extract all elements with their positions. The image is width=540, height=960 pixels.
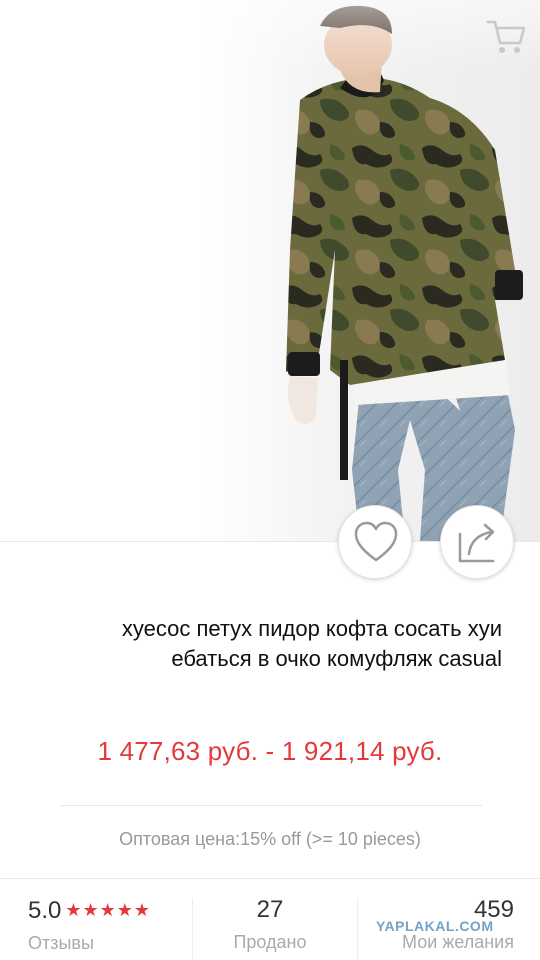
product-image[interactable] [0,0,540,541]
price-range: 1 477,63 руб. - 1 921,14 руб. [97,736,443,766]
wishlist-label: Мои желания [402,932,514,952]
sold-count: 27 [256,896,284,923]
rating-value: 5.0 [28,897,62,924]
share-icon [458,523,495,563]
watermark: YAPLAKAL.COM [376,918,494,934]
reviews-stat[interactable]: 5.0 ★★★★★ Отзывы [28,895,198,960]
chevron-left-icon [24,20,44,56]
wholesale-price: Оптовая цена:15% off (>= 10 pieces) [119,829,421,849]
cart-button[interactable] [486,16,526,56]
product-title: хуесос петух пидор кофта сосать хуи ебат… [40,614,502,674]
top-nav-bar [0,0,540,72]
divider [60,805,482,806]
product-title-line-1: хуесос петух пидор кофта сосать хуи [121,616,502,641]
sold-label: Продано [233,932,307,952]
reviews-label: Отзывы [28,933,94,953]
star-rating-icon: ★★★★★ [65,900,152,920]
sold-stat: 27 Продано [190,895,350,960]
back-button[interactable] [18,18,54,58]
product-title-line-2: ебаться в очко комуфляж casual [171,646,502,671]
divider [0,878,540,879]
heart-icon [354,521,398,562]
like-button[interactable] [338,505,412,579]
share-button[interactable] [440,505,514,579]
cart-icon [486,20,526,53]
product-photo [286,5,523,541]
divider [357,898,358,960]
